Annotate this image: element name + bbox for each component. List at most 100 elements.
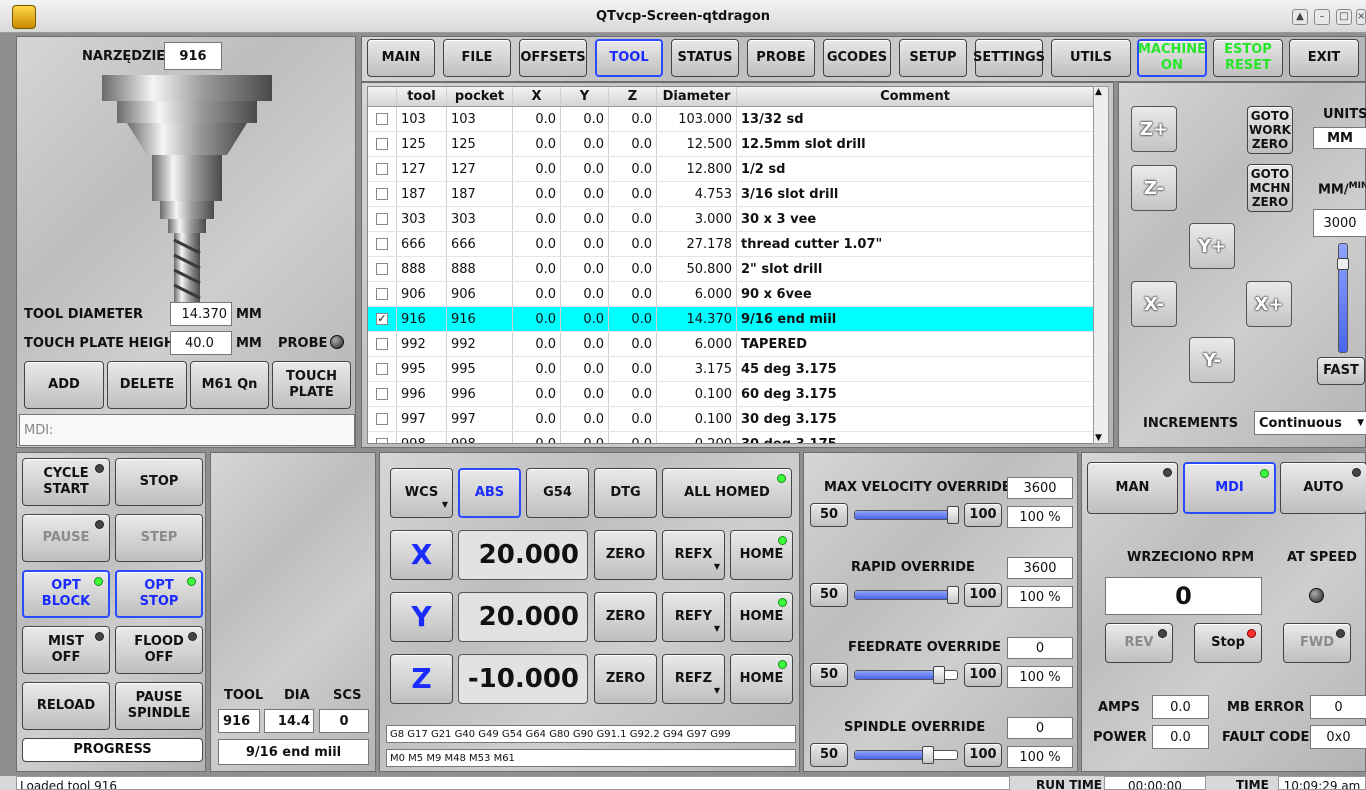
col-z[interactable]: Z	[609, 87, 657, 106]
flood-button[interactable]: FLOOD OFF	[115, 626, 203, 674]
fast-button[interactable]: FAST	[1317, 357, 1365, 385]
ref-z-button[interactable]: REFZ ▼	[662, 654, 725, 704]
row-checkbox[interactable]	[376, 288, 388, 300]
ref-y-button[interactable]: REFY ▼	[662, 592, 725, 642]
tab-probe[interactable]: PROBE	[747, 39, 815, 77]
tool-diameter-field[interactable]: 14.370	[170, 302, 232, 326]
mode-man-button[interactable]: MAN	[1087, 462, 1178, 514]
delete-tool-button[interactable]: DELETE	[107, 361, 187, 409]
tab-tool[interactable]: TOOL	[595, 39, 663, 77]
tab-main[interactable]: MAIN	[367, 39, 435, 77]
mode-mdi-button[interactable]: MDI	[1183, 462, 1276, 514]
row-checkbox[interactable]	[376, 388, 388, 400]
spindle-override-knob[interactable]	[922, 746, 935, 764]
tool-table-scrollbar[interactable]: ▲ ▼	[1093, 86, 1109, 444]
table-row[interactable]: 125 125 0.0 0.0 0.0 12.500 12.5mm slot drill	[368, 132, 1096, 157]
scroll-up-icon[interactable]: ▲	[1095, 87, 1102, 97]
row-checkbox[interactable]	[376, 338, 388, 350]
tab-setup[interactable]: SETUP	[899, 39, 967, 77]
row-checkbox[interactable]	[376, 213, 388, 225]
checkmark-icon[interactable]: ✓	[376, 313, 388, 325]
table-row[interactable]: 888 888 0.0 0.0 0.0 50.800 2" slot drill	[368, 257, 1096, 282]
goto-work-zero-button[interactable]: GOTO WORK ZERO	[1247, 106, 1293, 154]
rapid-override-min-button[interactable]: 50	[810, 583, 848, 607]
tool-number-field[interactable]: 916	[164, 42, 222, 70]
jog-z-plus-button[interactable]: Z+	[1131, 106, 1177, 152]
row-checkbox[interactable]	[376, 188, 388, 200]
zero-z-button[interactable]: ZERO	[594, 654, 657, 704]
spindle-override-max-button[interactable]: 100	[964, 743, 1002, 767]
m61-qn-button[interactable]: M61 Qn	[190, 361, 269, 409]
jog-x-plus-button[interactable]: X+	[1246, 281, 1292, 327]
feedrate-override-slider[interactable]	[854, 666, 958, 684]
table-row[interactable]: 998 998 0.0 0.0 0.0 0.200 30 deg 3.175	[368, 432, 1096, 443]
g54-button[interactable]: G54	[526, 468, 589, 518]
tab-file[interactable]: FILE	[443, 39, 511, 77]
feedrate-override-min-button[interactable]: 50	[810, 663, 848, 687]
spindle-override-min-button[interactable]: 50	[810, 743, 848, 767]
tab-offsets[interactable]: OFFSETS	[519, 39, 587, 77]
increments-select[interactable]: Continuous ▼	[1254, 411, 1366, 435]
axis-x-button[interactable]: X	[390, 530, 453, 580]
table-row[interactable]: ✓ 916 916 0.0 0.0 0.0 14.370 9/16 end miil	[368, 307, 1096, 332]
col-comment[interactable]: Comment	[737, 87, 1094, 106]
table-row[interactable]: 906 906 0.0 0.0 0.0 6.000 90 x 6vee	[368, 282, 1096, 307]
row-checkbox[interactable]	[376, 413, 388, 425]
row-checkbox[interactable]	[376, 113, 388, 125]
col-pocket[interactable]: pocket	[447, 87, 513, 106]
touch-plate-button[interactable]: TOUCH PLATE	[272, 361, 351, 409]
window-close-icon[interactable]: ×	[1356, 9, 1366, 25]
wcs-button[interactable]: WCS ▼	[390, 468, 453, 518]
reload-button[interactable]: RELOAD	[22, 682, 110, 730]
zero-x-button[interactable]: ZERO	[594, 530, 657, 580]
home-z-button[interactable]: HOME	[730, 654, 793, 704]
window-up-icon[interactable]: ▲	[1292, 9, 1308, 25]
dtg-button[interactable]: DTG	[594, 468, 657, 518]
all-homed-button[interactable]: ALL HOMED	[662, 468, 792, 518]
table-row[interactable]: 303 303 0.0 0.0 0.0 3.000 30 x 3 vee	[368, 207, 1096, 232]
tool-table[interactable]: tool pocket X Y Z Diameter Comment 103 10…	[367, 86, 1097, 444]
spindle-fwd-button[interactable]: FWD	[1283, 623, 1351, 663]
feedrate-override-max-button[interactable]: 100	[964, 663, 1002, 687]
spindle-rev-button[interactable]: REV	[1105, 623, 1173, 663]
table-row[interactable]: 997 997 0.0 0.0 0.0 0.100 30 deg 3.175	[368, 407, 1096, 432]
row-checkbox[interactable]	[376, 138, 388, 150]
abs-button[interactable]: ABS	[458, 468, 521, 518]
col-tool[interactable]: tool	[397, 87, 447, 106]
add-tool-button[interactable]: ADD	[24, 361, 104, 409]
row-checkbox[interactable]	[376, 438, 388, 443]
mode-auto-button[interactable]: AUTO	[1280, 462, 1366, 514]
max-velocity-override-min-button[interactable]: 50	[810, 503, 848, 527]
table-row[interactable]: 992 992 0.0 0.0 0.0 6.000 TAPERED	[368, 332, 1096, 357]
col-x[interactable]: X	[513, 87, 561, 106]
spindle-stop-button[interactable]: Stop	[1194, 623, 1262, 663]
col-y[interactable]: Y	[561, 87, 609, 106]
table-row[interactable]: 187 187 0.0 0.0 0.0 4.753 3/16 slot drill	[368, 182, 1096, 207]
home-y-button[interactable]: HOME	[730, 592, 793, 642]
tab-utils[interactable]: UTILS	[1051, 39, 1131, 77]
window-minimize-icon[interactable]: –	[1314, 9, 1330, 25]
axis-z-button[interactable]: Z	[390, 654, 453, 704]
rapid-override-slider[interactable]	[854, 586, 959, 604]
jog-rate-field[interactable]: 3000	[1313, 209, 1366, 237]
mist-button[interactable]: MIST OFF	[22, 626, 110, 674]
jog-rate-slider[interactable]	[1337, 243, 1349, 353]
axis-y-button[interactable]: Y	[390, 592, 453, 642]
estop-reset-button[interactable]: ESTOP RESET	[1213, 39, 1283, 77]
row-checkbox[interactable]	[376, 238, 388, 250]
cycle-start-button[interactable]: CYCLE START	[22, 458, 110, 506]
tab-settings[interactable]: SETTINGS	[973, 39, 1045, 77]
opt-block-button[interactable]: OPT BLOCK	[22, 570, 110, 618]
window-maximize-icon[interactable]: □	[1336, 9, 1352, 25]
machine-on-button[interactable]: MACHINE ON	[1137, 39, 1207, 77]
goto-machine-zero-button[interactable]: GOTO MCHN ZERO	[1247, 164, 1293, 212]
opt-stop-button[interactable]: OPT STOP	[115, 570, 203, 618]
max-velocity-override-slider[interactable]	[854, 506, 959, 524]
touch-plate-field[interactable]: 40.0	[170, 331, 232, 355]
step-button[interactable]: STEP	[115, 514, 203, 562]
feedrate-override-knob[interactable]	[933, 666, 946, 684]
tab-status[interactable]: STATUS	[671, 39, 739, 77]
jog-x-minus-button[interactable]: X-	[1131, 281, 1177, 327]
rapid-override-max-button[interactable]: 100	[964, 583, 1002, 607]
table-row[interactable]: 103 103 0.0 0.0 0.0 103.000 13/32 sd	[368, 107, 1096, 132]
